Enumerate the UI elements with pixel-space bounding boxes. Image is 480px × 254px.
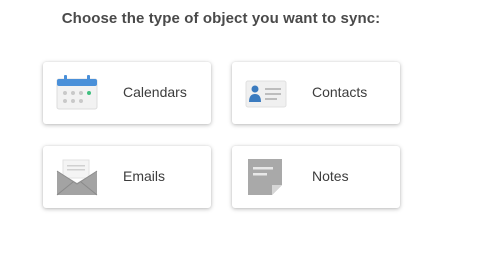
contacts-option-button[interactable]: Contacts bbox=[232, 62, 400, 124]
emails-option-button[interactable]: Emails bbox=[43, 146, 211, 208]
page-title: Choose the type of object you want to sy… bbox=[61, 10, 381, 27]
calendars-option-button[interactable]: Calendars bbox=[43, 62, 211, 124]
calendar-icon bbox=[55, 73, 99, 113]
emails-label: Emails bbox=[123, 168, 166, 184]
notes-option-button[interactable]: Notes bbox=[232, 146, 400, 208]
note-icon bbox=[244, 157, 288, 197]
calendars-label: Calendars bbox=[123, 84, 187, 100]
notes-label: Notes bbox=[312, 168, 349, 184]
contact-card-icon bbox=[244, 73, 288, 113]
envelope-icon bbox=[55, 157, 99, 197]
contacts-label: Contacts bbox=[312, 84, 368, 100]
